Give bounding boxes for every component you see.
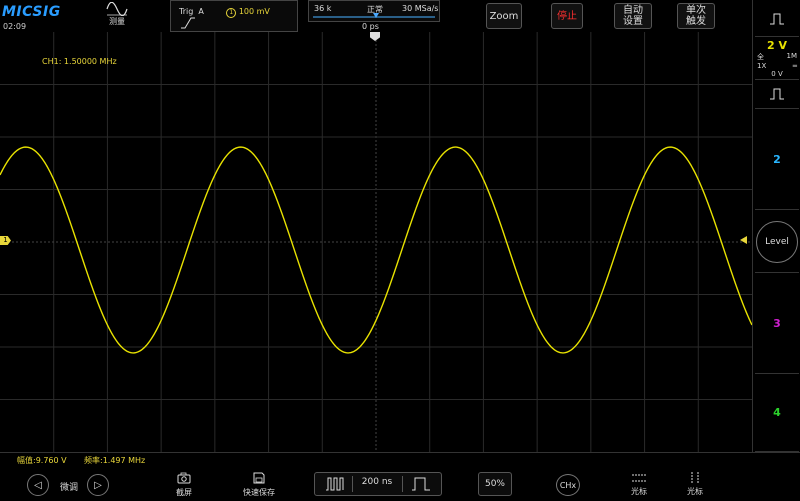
- expanded-pulse-icon: [412, 477, 430, 491]
- horizontal-cursor-icon: [632, 474, 646, 482]
- vertical-cursor-button[interactable]: 光标: [680, 472, 710, 498]
- vertical-cursor-label: 光标: [687, 487, 703, 496]
- ch2-button[interactable]: 2: [755, 109, 799, 210]
- single-trigger-button[interactable]: 单次 触发: [677, 3, 715, 29]
- pulse-mode-button-2[interactable]: [755, 80, 799, 109]
- memory-depth: 36 k: [314, 4, 332, 13]
- screenshot-label: 截屏: [176, 488, 192, 497]
- rising-edge-icon: [181, 17, 195, 29]
- chevron-right-icon: ▷: [94, 479, 102, 491]
- measure-label: 测量: [109, 17, 125, 26]
- waveform-display[interactable]: [0, 32, 753, 452]
- ch1-impedance: 1M: [786, 51, 798, 60]
- vertical-cursor-icon: [691, 472, 699, 484]
- auto-setup-button[interactable]: 自动 设置: [614, 3, 652, 29]
- sine-wave-icon: [106, 2, 128, 16]
- compressed-pulse-icon: [326, 477, 344, 491]
- amplitude-measurement: 幅值:9.760 V: [17, 456, 67, 465]
- chx-button[interactable]: CHx: [556, 474, 580, 496]
- trigger-level: 1 100 mV: [211, 7, 270, 18]
- ch4-button[interactable]: 4: [755, 373, 799, 452]
- timebase-decrease-button[interactable]: [318, 476, 353, 492]
- memory-position-marker-icon: [373, 13, 379, 18]
- acquisition-panel[interactable]: 36 k 正常 30 MSa/s: [308, 0, 440, 22]
- waveform-canvas[interactable]: [0, 32, 753, 452]
- ch1-settings[interactable]: 2 V 全 1M 1X ═ 0 V: [755, 37, 799, 80]
- quick-save-label: 快速保存: [243, 488, 275, 497]
- ch1-coupling: 全: [757, 52, 764, 61]
- screenshot-button[interactable]: 截屏: [170, 472, 198, 498]
- frequency-readout: CH1: 1.50000 MHz: [42, 57, 117, 66]
- timebase-increase-button[interactable]: [402, 476, 439, 492]
- ch3-button[interactable]: 3: [755, 272, 799, 374]
- horizontal-cursor-label: 光标: [631, 487, 647, 496]
- trigger-level-marker-icon[interactable]: [740, 236, 747, 244]
- camera-icon: [177, 472, 191, 484]
- single-trigger-label-2: 触发: [686, 16, 706, 27]
- stop-button[interactable]: 停止: [551, 3, 583, 29]
- clock-time: 02:09: [3, 22, 27, 31]
- ch1-offset: 0 V: [771, 69, 783, 78]
- ch1-probe: 1X: [757, 61, 767, 70]
- chevron-left-icon: ◁: [34, 479, 42, 491]
- auto-setup-label-1: 自动: [623, 5, 643, 16]
- save-icon: [253, 472, 265, 484]
- horizontal-cursor-button[interactable]: 光标: [624, 472, 654, 498]
- fine-adjust-label: 微调: [59, 483, 78, 493]
- measure-button[interactable]: 测量: [101, 2, 133, 32]
- time-offset: 0 ps: [362, 22, 379, 31]
- auto-setup-label-2: 设置: [623, 16, 643, 27]
- pulse-mode-button[interactable]: [755, 2, 799, 37]
- ch1-scale: 2 V: [767, 38, 787, 52]
- trigger-panel[interactable]: Trig A 1 100 mV: [170, 0, 298, 32]
- fifty-percent-button[interactable]: 50%: [478, 472, 512, 496]
- fine-adjust-left-button[interactable]: ◁: [27, 474, 49, 496]
- frequency-measurement: 频率:1.497 MHz: [84, 456, 146, 465]
- fine-adjust-right-button[interactable]: ▷: [87, 474, 109, 496]
- trigger-label: Trig A: [179, 7, 204, 16]
- timebase-value: 200 ns: [361, 477, 393, 487]
- pulse-icon: [770, 13, 784, 25]
- zoom-button[interactable]: Zoom: [486, 3, 522, 29]
- right-panel: 2 V 全 1M 1X ═ 0 V 2 Level 3 4: [752, 0, 800, 452]
- pulse-icon-2: [770, 88, 784, 100]
- sample-rate: 30 MSa/s: [402, 4, 439, 13]
- single-trigger-label-1: 单次: [686, 5, 706, 16]
- brand-logo: MICSIG: [2, 4, 61, 20]
- level-knob[interactable]: Level: [756, 221, 798, 263]
- quick-save-button[interactable]: 快速保存: [238, 472, 280, 498]
- ch1-dc-icon: ═: [792, 61, 797, 70]
